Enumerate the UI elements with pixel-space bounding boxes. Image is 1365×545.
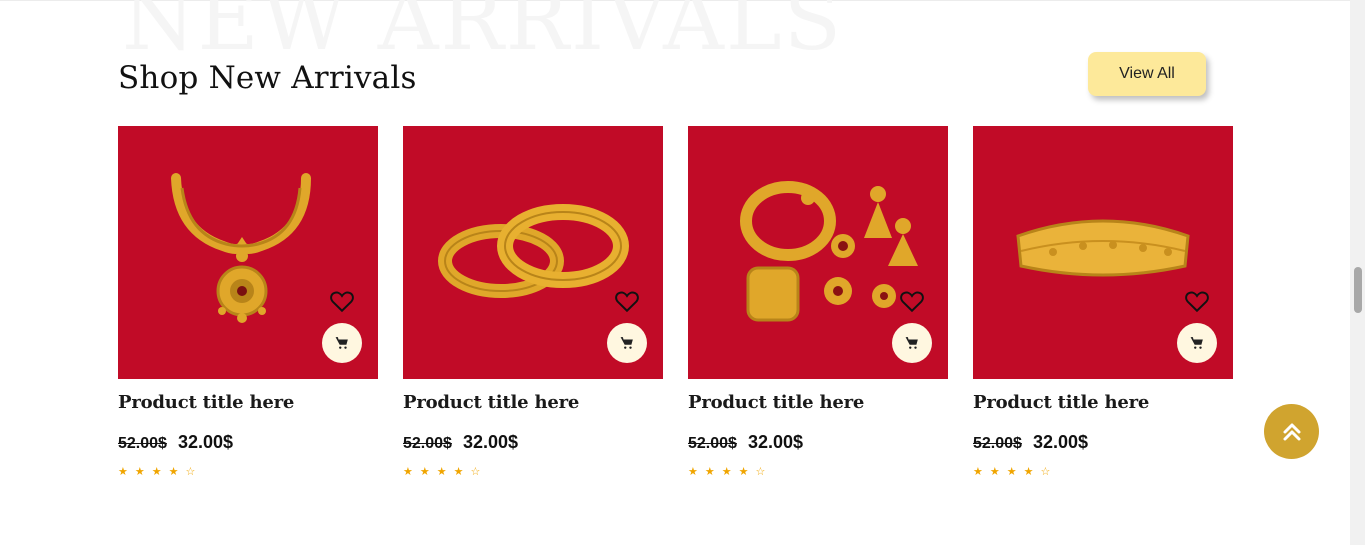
product-card[interactable]: Product title here 52.00$ 32.00$ ★★★★☆ <box>973 126 1233 478</box>
star-rating: ★★★★☆ <box>403 465 663 478</box>
star-icon: ★ <box>989 466 1007 478</box>
current-price: 32.00$ <box>177 432 234 452</box>
cart-icon <box>620 337 633 349</box>
product-card[interactable]: Product title here 52.00$ 32.00$ ★★★★☆ <box>403 126 663 478</box>
current-price: 32.00$ <box>1032 432 1089 452</box>
star-icon: ★ <box>704 466 722 478</box>
heart-icon[interactable] <box>1184 288 1210 314</box>
star-icon: ★ <box>118 466 135 478</box>
star-outline-icon: ☆ <box>470 466 488 478</box>
star-icon: ★ <box>168 466 186 478</box>
product-image[interactable] <box>403 126 663 379</box>
heart-icon[interactable] <box>899 288 925 314</box>
cart-icon <box>905 337 918 349</box>
star-icon: ★ <box>1023 466 1041 478</box>
view-all-button[interactable]: View All <box>1088 52 1206 96</box>
add-to-cart-button[interactable] <box>607 323 647 363</box>
star-icon: ★ <box>419 466 437 478</box>
old-price: 52.00$ <box>973 435 1022 452</box>
product-image[interactable] <box>118 126 378 379</box>
product-image[interactable] <box>688 126 948 379</box>
star-rating: ★★★★☆ <box>118 465 378 478</box>
current-price: 32.00$ <box>462 432 519 452</box>
star-icon: ★ <box>688 466 705 478</box>
star-icon: ★ <box>721 466 739 478</box>
scroll-to-top-button[interactable] <box>1264 404 1319 459</box>
product-card[interactable]: Product title here 52.00$ 32.00$ ★★★★☆ <box>688 126 948 478</box>
scrollbar-thumb[interactable] <box>1354 267 1362 313</box>
double-chevron-up-icon <box>1283 423 1300 440</box>
old-price: 52.00$ <box>688 435 737 452</box>
old-price: 52.00$ <box>403 435 452 452</box>
price-row: 52.00$ 32.00$ <box>118 432 378 453</box>
add-to-cart-button[interactable] <box>892 323 932 363</box>
heart-icon[interactable] <box>614 288 640 314</box>
star-icon: ★ <box>151 466 169 478</box>
star-icon: ★ <box>436 466 454 478</box>
product-title[interactable]: Product title here <box>688 392 948 413</box>
price-row: 52.00$ 32.00$ <box>973 432 1233 453</box>
add-to-cart-button[interactable] <box>1177 323 1217 363</box>
cart-icon <box>335 337 348 349</box>
add-to-cart-button[interactable] <box>322 323 362 363</box>
product-card[interactable]: Product title here 52.00$ 32.00$ ★★★★☆ <box>118 126 378 478</box>
star-rating: ★★★★☆ <box>973 465 1233 478</box>
star-icon: ★ <box>738 466 756 478</box>
background-watermark-text: NEW ARRIVALS <box>122 0 844 69</box>
star-icon: ★ <box>453 466 471 478</box>
star-icon: ★ <box>973 466 990 478</box>
product-image[interactable] <box>973 126 1233 379</box>
star-icon: ★ <box>403 466 420 478</box>
star-icon: ★ <box>134 466 152 478</box>
page-scrollbar[interactable] <box>1350 0 1365 545</box>
star-icon: ★ <box>1006 466 1024 478</box>
star-outline-icon: ☆ <box>1040 466 1058 478</box>
price-row: 52.00$ 32.00$ <box>403 432 663 453</box>
product-title[interactable]: Product title here <box>403 392 663 413</box>
star-outline-icon: ☆ <box>755 466 773 478</box>
current-price: 32.00$ <box>747 432 804 452</box>
heart-icon[interactable] <box>329 288 355 314</box>
product-title[interactable]: Product title here <box>118 392 378 413</box>
old-price: 52.00$ <box>118 435 167 452</box>
star-rating: ★★★★☆ <box>688 465 948 478</box>
star-outline-icon: ☆ <box>185 466 203 478</box>
section-title: Shop New Arrivals <box>118 60 417 96</box>
price-row: 52.00$ 32.00$ <box>688 432 948 453</box>
cart-icon <box>1190 337 1203 349</box>
product-title[interactable]: Product title here <box>973 392 1233 413</box>
